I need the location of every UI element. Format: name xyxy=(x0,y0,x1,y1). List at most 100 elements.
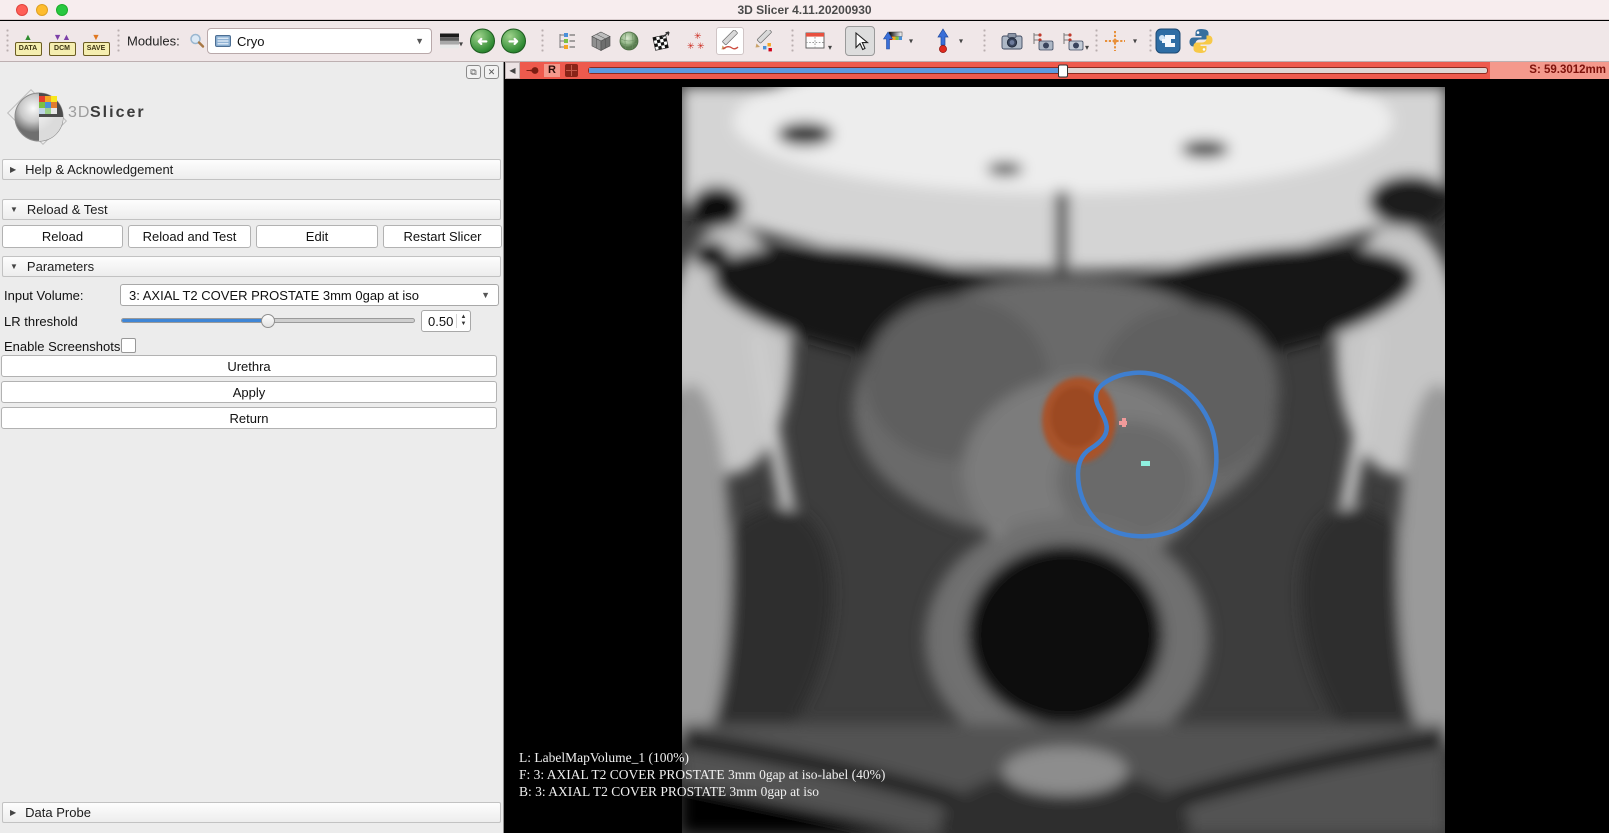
module-selector[interactable]: Cryo ▼ xyxy=(207,28,432,54)
close-traffic-light[interactable] xyxy=(16,4,28,16)
navigate-back-button[interactable]: ➜ xyxy=(470,29,495,54)
place-fiducial-button[interactable] xyxy=(933,28,953,54)
navigate-forward-button[interactable]: ➜ xyxy=(501,29,526,54)
chevron-down-icon[interactable]: ▾ xyxy=(909,37,913,46)
chevron-down-icon: ▾ xyxy=(1085,43,1089,52)
crosshair-button[interactable] xyxy=(1103,29,1127,53)
enable-screenshots-checkbox[interactable] xyxy=(121,338,136,353)
module-history-button[interactable]: ▾ xyxy=(440,34,463,49)
subject-hierarchy-button[interactable] xyxy=(556,30,578,52)
section-label: Reload & Test xyxy=(27,202,108,217)
slider-fill xyxy=(589,68,1063,73)
slice-layer-annotation: L: LabelMapVolume_1 (100%) F: 3: AXIAL T… xyxy=(519,749,885,800)
section-label: Data Probe xyxy=(25,805,91,820)
close-icon: ✕ xyxy=(488,67,496,77)
spin-down-icon[interactable]: ▼ xyxy=(461,321,467,328)
layout-selector-button[interactable]: ▾ xyxy=(804,30,832,52)
history-gradient-icon xyxy=(440,34,459,49)
green-sphere-icon xyxy=(618,30,640,52)
chevron-down-icon: ▼ xyxy=(481,290,490,300)
models-button[interactable] xyxy=(618,30,640,52)
extensions-manager-button[interactable] xyxy=(1155,28,1181,54)
reload-and-test-button[interactable]: Reload and Test xyxy=(128,225,251,248)
forward-arrow-icon: ➜ xyxy=(508,33,519,49)
lr-threshold-value: 0.50 xyxy=(422,314,456,329)
edit-button[interactable]: Edit xyxy=(256,225,378,248)
module-search-icon[interactable] xyxy=(188,32,206,50)
chevron-down-icon: ▾ xyxy=(828,43,832,52)
return-button[interactable]: Return xyxy=(1,407,497,429)
section-help-acknowledgement[interactable]: ▶ Help & Acknowledgement xyxy=(2,159,501,180)
chevron-down-icon[interactable]: ▾ xyxy=(1133,37,1137,46)
toolbar-grip-icon xyxy=(982,28,987,54)
chevron-down-icon: ▾ xyxy=(459,40,463,49)
slice-offset-label: S: 59.3012mm xyxy=(1490,62,1609,79)
minimize-traffic-light[interactable] xyxy=(36,4,48,16)
mri-image xyxy=(505,79,1609,833)
place-point-icon xyxy=(933,28,953,54)
module-icon xyxy=(215,35,231,47)
slice-menu-icon[interactable] xyxy=(565,64,578,77)
mri-viewport[interactable]: L: LabelMapVolume_1 (100%) F: 3: AXIAL T… xyxy=(505,79,1609,833)
toolbar-grip-icon xyxy=(790,28,795,54)
label-layer-line: L: LabelMapVolume_1 (100%) xyxy=(519,749,885,766)
volume-rendering-button[interactable] xyxy=(590,30,612,52)
scene-view-restore-button[interactable]: ▾ xyxy=(1061,30,1089,52)
restart-slicer-button[interactable]: Restart Slicer xyxy=(383,225,502,248)
mouse-mode-select-button[interactable] xyxy=(845,26,875,56)
window-level-icon xyxy=(881,29,905,53)
annotation-line-button[interactable] xyxy=(716,27,744,55)
section-label: Parameters xyxy=(27,259,94,274)
section-reload-test[interactable]: ▼ Reload & Test xyxy=(2,199,501,220)
panel-collapse-button[interactable]: ◀ xyxy=(505,62,520,79)
input-volume-value: 3: AXIAL T2 COVER PROSTATE 3mm 0gap at i… xyxy=(129,288,473,303)
markups-button[interactable]: ✳ ✳ ✳ xyxy=(686,30,708,52)
chevron-down-icon: ▼ xyxy=(415,36,424,46)
python-icon xyxy=(1188,28,1214,54)
dicom-button[interactable]: ▼▲ DCM xyxy=(47,26,77,56)
spin-up-icon[interactable]: ▲ xyxy=(461,314,467,321)
save-icon: SAVE xyxy=(83,42,110,56)
screenshot-button[interactable] xyxy=(1000,30,1024,52)
dicom-icon: DCM xyxy=(49,42,76,56)
up-arrow-icon: ▲ xyxy=(24,33,33,42)
chevron-left-icon: ◀ xyxy=(509,66,515,75)
lr-threshold-spinbox[interactable]: 0.50 ▲▼ xyxy=(421,310,471,332)
segment-editor-button[interactable] xyxy=(753,30,775,52)
lr-threshold-slider[interactable] xyxy=(121,318,415,323)
load-data-button[interactable]: ▲ DATA xyxy=(13,26,43,56)
toolbar-grip-icon xyxy=(5,28,10,54)
pencil-line-icon xyxy=(719,30,741,52)
load-data-icon: DATA xyxy=(15,42,42,56)
section-parameters[interactable]: ▼ Parameters xyxy=(2,256,501,277)
reload-button[interactable]: Reload xyxy=(2,225,123,248)
save-button[interactable]: ▼ SAVE xyxy=(81,26,111,56)
slider-handle[interactable] xyxy=(261,314,275,328)
extensions-icon xyxy=(1155,28,1181,54)
pin-icon[interactable] xyxy=(526,65,539,76)
apply-button[interactable]: Apply xyxy=(1,381,497,403)
cube-icon xyxy=(590,30,612,52)
module-selector-value: Cryo xyxy=(237,34,264,49)
section-data-probe[interactable]: ▶ Data Probe xyxy=(2,802,501,823)
slicer-sphere-icon xyxy=(10,88,68,146)
input-volume-selector[interactable]: 3: AXIAL T2 COVER PROSTATE 3mm 0gap at i… xyxy=(120,284,499,306)
markups-asterisk-icon: ✳ ✳ ✳ xyxy=(686,30,708,52)
logo-text-3d: 3D xyxy=(68,104,90,122)
subject-hierarchy-icon xyxy=(556,30,578,52)
window-level-button[interactable] xyxy=(881,29,905,53)
slider-handle[interactable] xyxy=(1058,64,1068,77)
toolbar-grip-icon xyxy=(1148,28,1153,54)
transforms-button[interactable] xyxy=(650,30,672,52)
scene-view-add-button[interactable] xyxy=(1031,30,1055,52)
chevron-down-icon[interactable]: ▾ xyxy=(959,37,963,46)
modules-label: Modules: xyxy=(127,34,180,49)
double-arrow-icon: ▼▲ xyxy=(53,33,71,42)
urethra-button[interactable]: Urethra xyxy=(1,355,497,377)
close-panel-button[interactable]: ✕ xyxy=(484,65,499,79)
chevron-down-icon: ▼ xyxy=(10,205,18,214)
python-console-button[interactable] xyxy=(1188,28,1214,54)
undock-panel-button[interactable]: ⧉ xyxy=(466,65,481,79)
zoom-traffic-light[interactable] xyxy=(56,4,68,16)
slice-offset-slider[interactable] xyxy=(588,67,1488,74)
